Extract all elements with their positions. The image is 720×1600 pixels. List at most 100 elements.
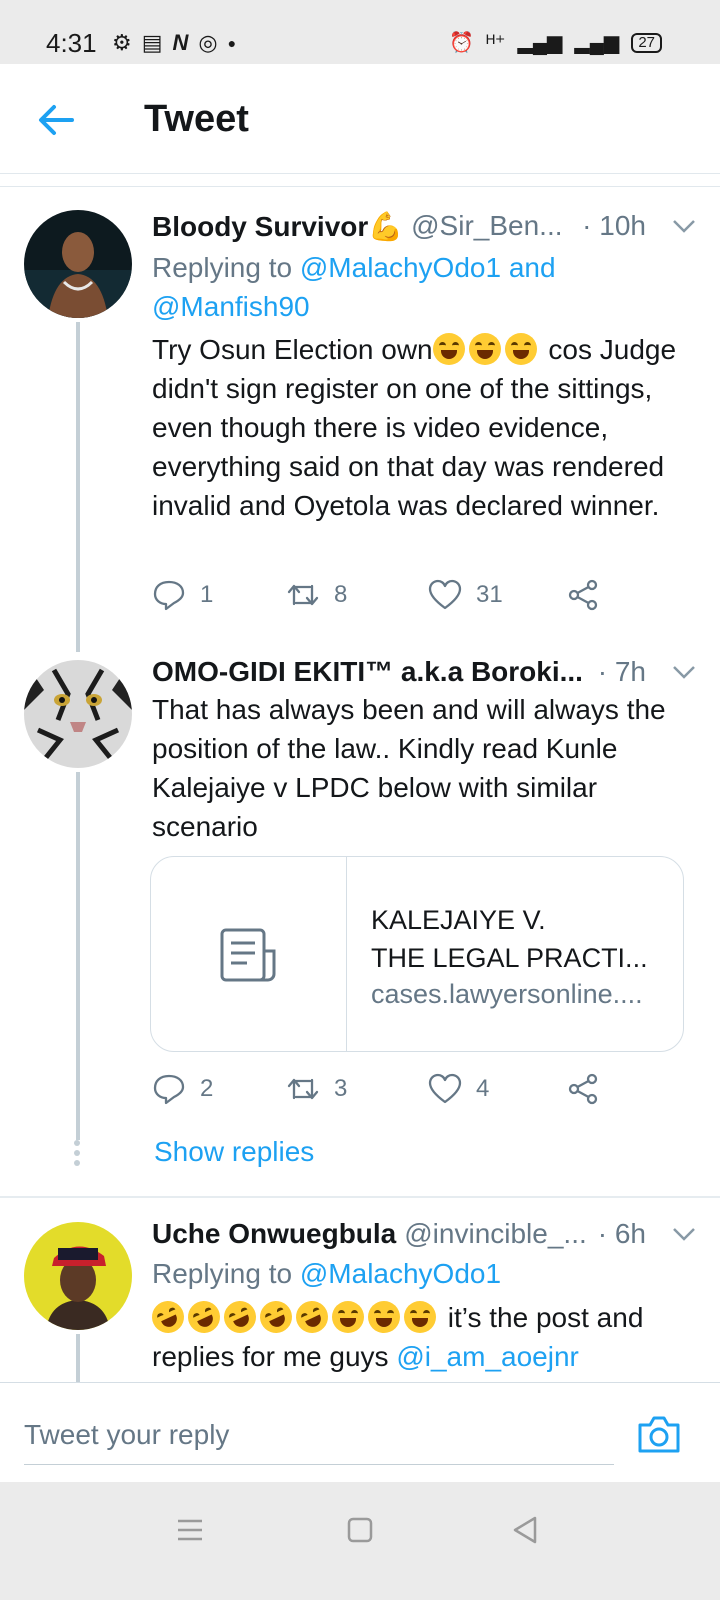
reply-count: 2: [200, 1075, 214, 1102]
alarm-icon: ⏰: [449, 32, 475, 54]
show-replies-link[interactable]: Show replies: [154, 1136, 314, 1168]
retweet-button[interactable]: 8: [286, 578, 347, 612]
author-name[interactable]: Uche Onwuegbula: [152, 1218, 396, 1250]
tweet-3[interactable]: Uche Onwuegbula @invincible_... · 6h Rep…: [0, 1198, 720, 1382]
tweet-text-part: Try Osun Election own: [152, 334, 433, 365]
reply-input[interactable]: [24, 1405, 614, 1465]
share-icon: [568, 579, 598, 611]
status-icons: ⚙ ▤ N ◎ ●: [112, 30, 236, 56]
status-time: 4:31: [46, 28, 97, 58]
joy-emoji-icon: [332, 1301, 364, 1333]
tweet-2[interactable]: OMO-GIDI EKITI™ a.k.a Boroki... · 7h Tha…: [0, 646, 720, 1196]
mention-link[interactable]: @i_am_aoejnr: [396, 1341, 579, 1372]
gear-icon: ⚙: [112, 30, 132, 55]
author-handle[interactable]: @Sir_Ben...: [411, 210, 562, 242]
joy-emoji-icon: [368, 1301, 400, 1333]
news-icon: ▤: [141, 30, 163, 55]
rofl-emoji-icon: [254, 1295, 298, 1339]
retweet-count: 3: [334, 1075, 348, 1102]
tweet-actions: 2 3 4: [152, 1072, 612, 1112]
network-type-label: ᴴ⁺: [486, 32, 506, 54]
reply-button[interactable]: 1: [152, 578, 213, 612]
instagram-icon: ◎: [198, 30, 218, 55]
rofl-emoji-icon: [182, 1295, 226, 1339]
battery-icon: 27: [631, 32, 662, 53]
back-icon[interactable]: [506, 1510, 546, 1550]
retweet-button[interactable]: 3: [286, 1072, 347, 1106]
tweet-actions: 1 8 31: [152, 578, 612, 618]
like-button[interactable]: 31: [428, 578, 503, 612]
rofl-emoji-icon: [290, 1295, 334, 1339]
dot-icon: ●: [227, 35, 237, 51]
signal-icon: ▂▄▆: [517, 32, 563, 54]
thread-line: [76, 772, 80, 1140]
status-right-icons: ⏰ ᴴ⁺ ▂▄▆ ▂▄▆ 27: [449, 30, 662, 55]
tweet-text: Try Osun Election own cos Judge didn't s…: [152, 330, 696, 525]
chevron-down-icon[interactable]: [668, 656, 700, 688]
replying-to: Replying to @MalachyOdo1: [152, 1254, 690, 1293]
chevron-down-icon[interactable]: [668, 210, 700, 242]
reply-composer: [0, 1382, 720, 1482]
thread-dots: [74, 1140, 82, 1170]
home-icon[interactable]: [340, 1510, 380, 1550]
joy-emoji-icon: [468, 333, 501, 365]
share-icon: [568, 1073, 598, 1105]
tweet-header: Uche Onwuegbula @invincible_... · 6h: [152, 1214, 700, 1254]
joy-emoji-icon: [504, 333, 537, 365]
heart-icon: [428, 1073, 462, 1104]
chevron-down-icon[interactable]: [668, 1218, 700, 1250]
joy-emoji-icon: [432, 333, 465, 365]
retweet-count: 8: [334, 581, 348, 608]
joy-emoji-icon: [404, 1301, 436, 1333]
heart-icon: [428, 579, 462, 610]
card-domain: cases.lawyersonline....: [371, 979, 643, 1009]
thread-line: [76, 322, 80, 652]
system-nav-bar: [0, 1482, 720, 1600]
rofl-emoji-icon: [146, 1295, 190, 1339]
tweet-header: Bloody Survivor💪 @Sir_Ben... · 10h: [152, 206, 700, 246]
author-handle[interactable]: @invincible_...: [404, 1218, 587, 1250]
camera-icon[interactable]: [636, 1413, 682, 1455]
share-button[interactable]: [566, 1072, 600, 1106]
reply-count: 1: [200, 581, 214, 608]
reply-icon: [153, 1074, 185, 1105]
tweet-text: That has always been and will always the…: [152, 694, 666, 842]
document-icon: [220, 928, 275, 982]
card-thumbnail: [151, 857, 347, 1051]
menu-icon[interactable]: [170, 1510, 210, 1550]
like-count: 4: [476, 1075, 490, 1102]
replying-to-label: Replying to: [152, 252, 300, 283]
avatar[interactable]: [24, 1222, 132, 1330]
like-button[interactable]: 4: [428, 1072, 489, 1106]
replying-to: Replying to @MalachyOdo1 and @Manfish90: [152, 248, 690, 326]
share-button[interactable]: [566, 578, 600, 612]
avatar[interactable]: [24, 210, 132, 318]
like-count: 31: [476, 581, 503, 608]
n-app-icon: N: [172, 30, 189, 55]
replying-to-label: Replying to: [152, 1258, 300, 1289]
author-name[interactable]: OMO-GIDI EKITI™ a.k.a Boroki...: [152, 656, 583, 688]
rofl-emoji-icon: [218, 1295, 262, 1339]
signal-icon-2: ▂▄▆: [574, 32, 620, 54]
tweet-time: · 7h: [591, 656, 646, 688]
retweet-icon: [287, 584, 319, 606]
tweet-text: it’s the post and replies for me guys @i…: [146, 1295, 696, 1376]
page-title: Tweet: [144, 98, 249, 140]
reply-button[interactable]: 2: [152, 1072, 213, 1106]
avatar[interactable]: [24, 660, 132, 768]
reply-mentions[interactable]: @MalachyOdo1: [300, 1258, 501, 1289]
card-title-line: KALEJAIYE V.: [371, 905, 546, 935]
card-title: KALEJAIYE V. THE LEGAL PRACTI...: [371, 901, 663, 977]
tweet-header: OMO-GIDI EKITI™ a.k.a Boroki... · 7h: [152, 652, 700, 692]
header: Tweet: [0, 64, 720, 174]
tweet-time: · 10h: [576, 210, 646, 242]
back-arrow-icon[interactable]: [36, 100, 76, 140]
link-card[interactable]: KALEJAIYE V. THE LEGAL PRACTI... cases.l…: [150, 856, 684, 1052]
card-title-line: THE LEGAL PRACTI...: [371, 943, 648, 973]
tweet-1[interactable]: Bloody Survivor💪 @Sir_Ben... · 10h Reply…: [0, 186, 720, 652]
thread-line: [76, 1334, 80, 1382]
retweet-icon: [287, 1078, 319, 1100]
tweet-time: · 6h: [591, 1218, 646, 1250]
reply-icon: [153, 580, 185, 611]
author-name[interactable]: Bloody Survivor💪: [152, 210, 403, 243]
